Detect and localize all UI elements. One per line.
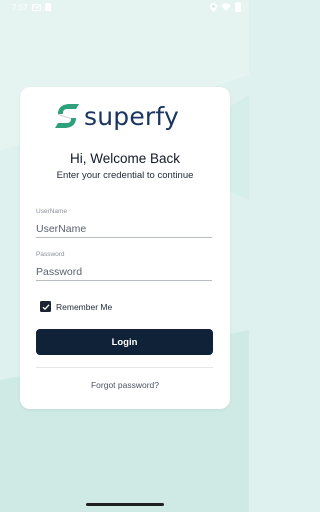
wifi-icon — [221, 3, 231, 11]
home-gesture-handle[interactable] — [85, 503, 164, 506]
location-icon — [210, 2, 217, 12]
remember-me[interactable]: Remember Me — [40, 301, 112, 312]
status-time: 7:57 — [12, 2, 28, 12]
navigation-bar — [0, 497, 249, 512]
status-bar: 7:57 — [0, 0, 249, 14]
brand-name: superfy — [84, 101, 179, 131]
page-subtitle: Enter your credential to continue — [56, 170, 194, 181]
username-label: UserName — [36, 208, 68, 215]
remember-me-checkbox[interactable] — [40, 301, 51, 312]
username-field: UserName — [36, 208, 212, 238]
battery-icon — [235, 2, 241, 12]
forgot-password-link[interactable]: Forgot password? — [20, 380, 230, 390]
page-title: Hi, Welcome Back — [69, 151, 181, 166]
password-field: Password — [36, 251, 212, 281]
password-label: Password — [36, 251, 65, 258]
divider — [36, 367, 213, 368]
username-input[interactable] — [36, 220, 212, 238]
remember-me-label: Remember Me — [56, 301, 113, 312]
login-button[interactable]: Login — [36, 329, 213, 355]
superfy-logo-icon — [55, 104, 79, 128]
password-input[interactable] — [36, 263, 212, 281]
brand-logo: superfy — [55, 101, 179, 131]
gmail-icon — [31, 3, 41, 11]
sd-card-icon — [44, 3, 51, 11]
checkmark-icon — [42, 303, 49, 310]
login-card: superfy Hi, Welcome Back Enter your cred… — [20, 87, 230, 409]
